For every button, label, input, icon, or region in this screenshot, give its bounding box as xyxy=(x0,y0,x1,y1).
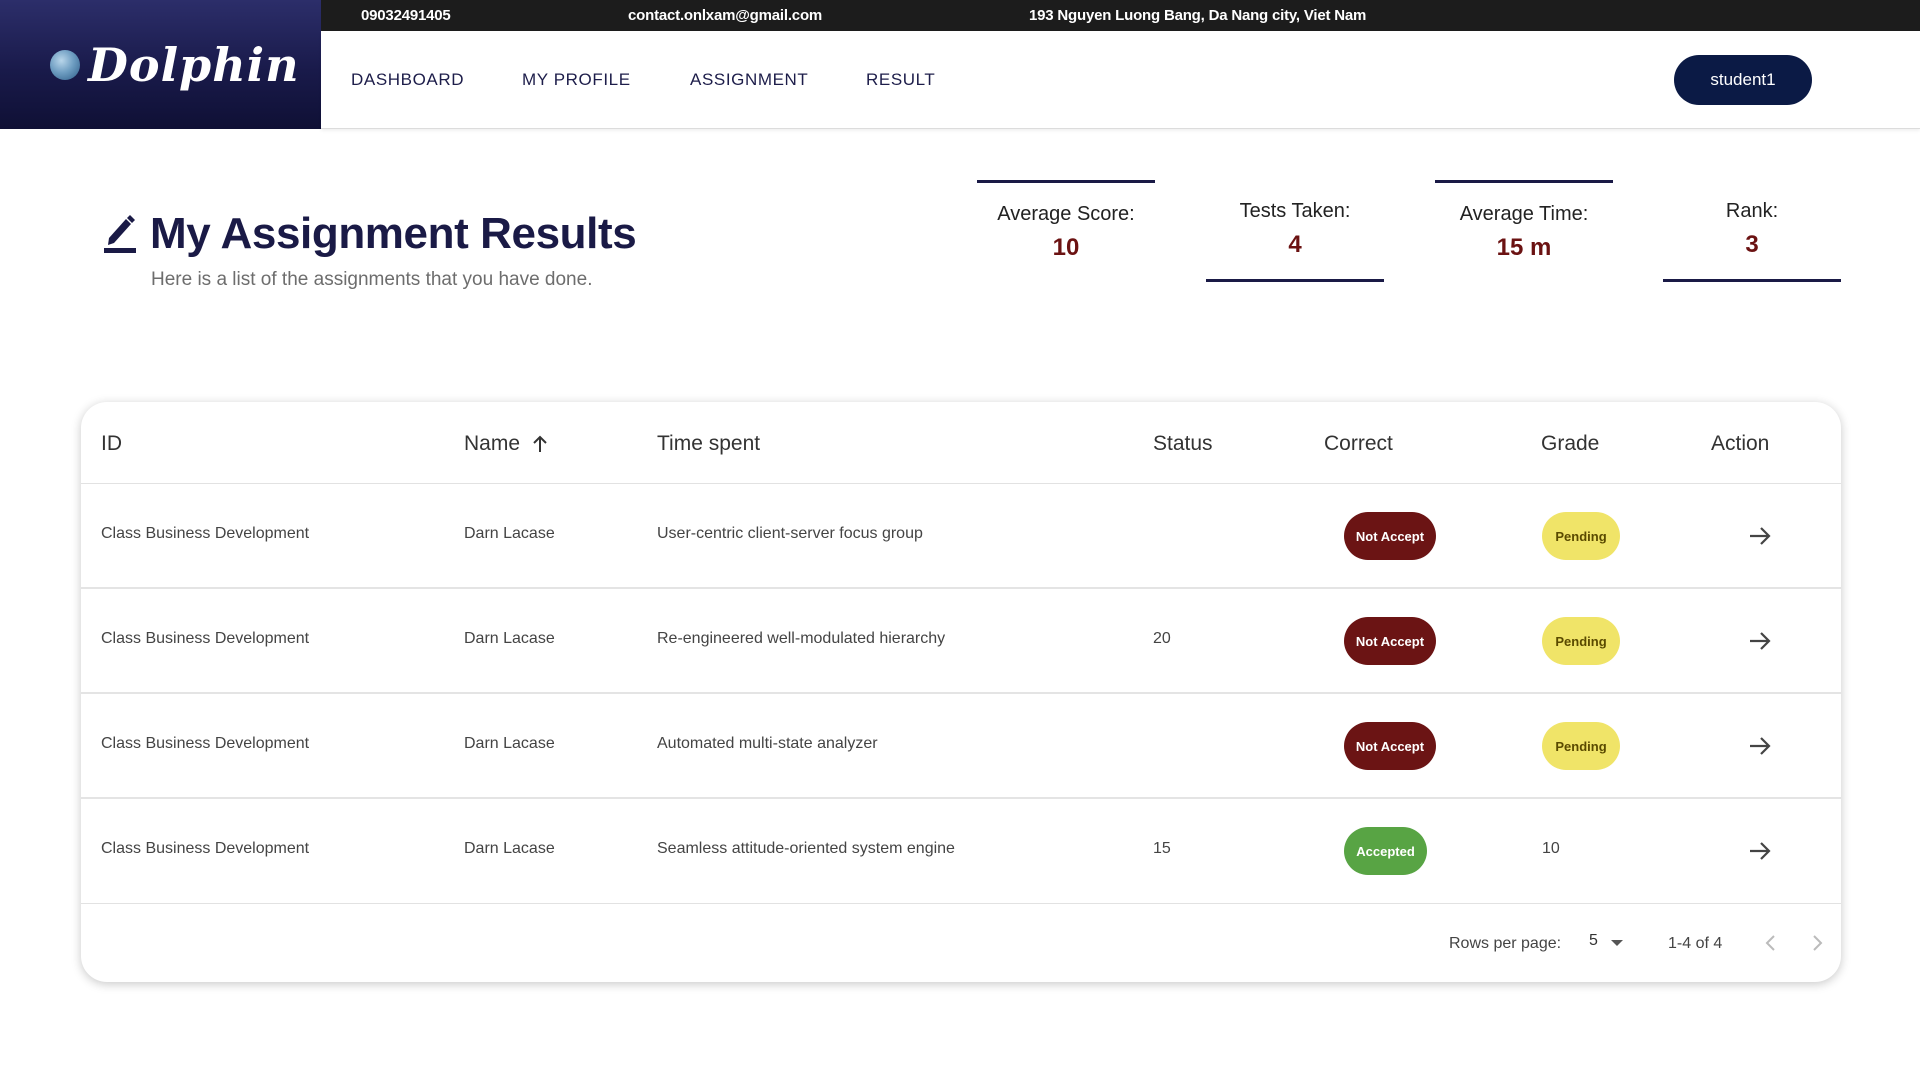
cell-name: Darn Lacase xyxy=(464,840,555,857)
stat-tests-taken: Tests Taken: 4 xyxy=(1206,200,1384,282)
page-subtitle: Here is a list of the assignments that y… xyxy=(151,269,593,290)
arrow-up-icon xyxy=(533,436,547,453)
cell-id: Class Business Development xyxy=(101,840,310,857)
table-row: Class Business Development Darn Lacase R… xyxy=(81,589,1841,694)
pagination-range: 1-4 of 4 xyxy=(1668,935,1723,952)
nav-my-profile[interactable]: MY PROFILE xyxy=(522,70,631,90)
correct-badge: Not Accept xyxy=(1344,512,1436,560)
contact-bar: 09032491405 contact.onlxam@gmail.com 193… xyxy=(320,0,1920,31)
column-header-time-spent[interactable]: Time spent xyxy=(657,432,760,456)
correct-badge: Not Accept xyxy=(1344,722,1436,770)
cell-id: Class Business Development xyxy=(101,735,310,752)
column-header-label: Name xyxy=(464,432,521,455)
stat-value: 3 xyxy=(1745,231,1759,258)
contact-phone: 09032491405 xyxy=(361,7,451,24)
stat-value: 4 xyxy=(1288,231,1302,258)
cell-time-spent: Re-engineered well-modulated hierarchy xyxy=(657,630,946,647)
rows-per-page-label: Rows per page: xyxy=(1449,935,1562,952)
table-row: Class Business Development Darn Lacase S… xyxy=(81,799,1841,904)
chevron-right-icon[interactable] xyxy=(1805,931,1829,955)
rows-per-page-select[interactable]: 5 xyxy=(1589,932,1598,950)
cell-name: Darn Lacase xyxy=(464,630,555,647)
nav-assignment[interactable]: ASSIGNMENT xyxy=(690,70,808,90)
nav-result[interactable]: RESULT xyxy=(866,70,935,90)
stat-rank: Rank: 3 xyxy=(1663,200,1841,282)
cell-grade: 10 xyxy=(1542,840,1560,857)
stat-label: Tests Taken: xyxy=(1239,200,1351,222)
edit-pencil-icon xyxy=(104,215,136,253)
grade-badge: Pending xyxy=(1542,512,1620,560)
table-pagination: Rows per page: 5 1-4 of 4 xyxy=(81,898,1841,982)
stat-value: 15 m xyxy=(1496,234,1552,261)
cell-id: Class Business Development xyxy=(101,525,310,542)
stat-label: Average Score: xyxy=(997,203,1135,225)
caret-down-icon[interactable] xyxy=(1611,940,1623,946)
cell-id: Class Business Development xyxy=(101,630,310,647)
stat-value: 10 xyxy=(1052,234,1080,261)
grade-badge: Pending xyxy=(1542,617,1620,665)
table-header: ID Name Time spent Status Correct Grade … xyxy=(81,402,1841,484)
contact-address: 193 Nguyen Luong Bang, Da Nang city, Vie… xyxy=(1029,7,1367,24)
arrow-right-icon[interactable] xyxy=(1747,629,1773,653)
globe-icon xyxy=(50,49,80,80)
cell-name: Darn Lacase xyxy=(464,525,555,542)
correct-badge: Accepted xyxy=(1344,827,1427,875)
cell-time-spent: Automated multi-state analyzer xyxy=(657,735,878,752)
arrow-right-icon[interactable] xyxy=(1747,734,1773,758)
chevron-left-icon[interactable] xyxy=(1759,931,1783,955)
brand-name: Dolphin xyxy=(88,37,300,92)
nav-dashboard[interactable]: DASHBOARD xyxy=(351,70,464,90)
stat-label: Rank: xyxy=(1725,200,1779,222)
column-header-name[interactable]: Name xyxy=(464,432,548,456)
stat-label: Average Time: xyxy=(1459,203,1589,225)
column-header-id[interactable]: ID xyxy=(101,432,122,456)
column-header-action: Action xyxy=(1711,432,1770,455)
results-table: ID Name Time spent Status Correct Grade … xyxy=(81,402,1841,982)
grade-badge: Pending xyxy=(1542,722,1620,770)
correct-badge: Not Accept xyxy=(1344,617,1436,665)
cell-status: 20 xyxy=(1153,630,1171,647)
cell-time-spent: User-centric client-server focus group xyxy=(657,525,923,542)
table-row: Class Business Development Darn Lacase A… xyxy=(81,694,1841,799)
cell-name: Darn Lacase xyxy=(464,735,555,752)
page-title: My Assignment Results xyxy=(150,209,637,258)
column-header-correct[interactable]: Correct xyxy=(1324,432,1393,456)
cell-status: 15 xyxy=(1153,840,1171,857)
column-header-grade[interactable]: Grade xyxy=(1541,432,1599,456)
main-nav: DASHBOARD MY PROFILE ASSIGNMENT RESULT s… xyxy=(321,31,1920,129)
stat-average-score: Average Score: 10 xyxy=(977,180,1155,262)
column-header-status[interactable]: Status xyxy=(1153,432,1213,456)
table-row: Class Business Development Darn Lacase U… xyxy=(81,484,1841,589)
arrow-right-icon[interactable] xyxy=(1747,839,1773,863)
stat-average-time: Average Time: 15 m xyxy=(1435,180,1613,262)
cell-time-spent: Seamless attitude-oriented system engine xyxy=(657,840,955,857)
contact-email: contact.onlxam@gmail.com xyxy=(628,7,823,24)
user-menu-button[interactable]: student1 xyxy=(1674,55,1812,105)
logo[interactable]: Dolphin xyxy=(0,0,321,129)
arrow-right-icon[interactable] xyxy=(1747,524,1773,548)
